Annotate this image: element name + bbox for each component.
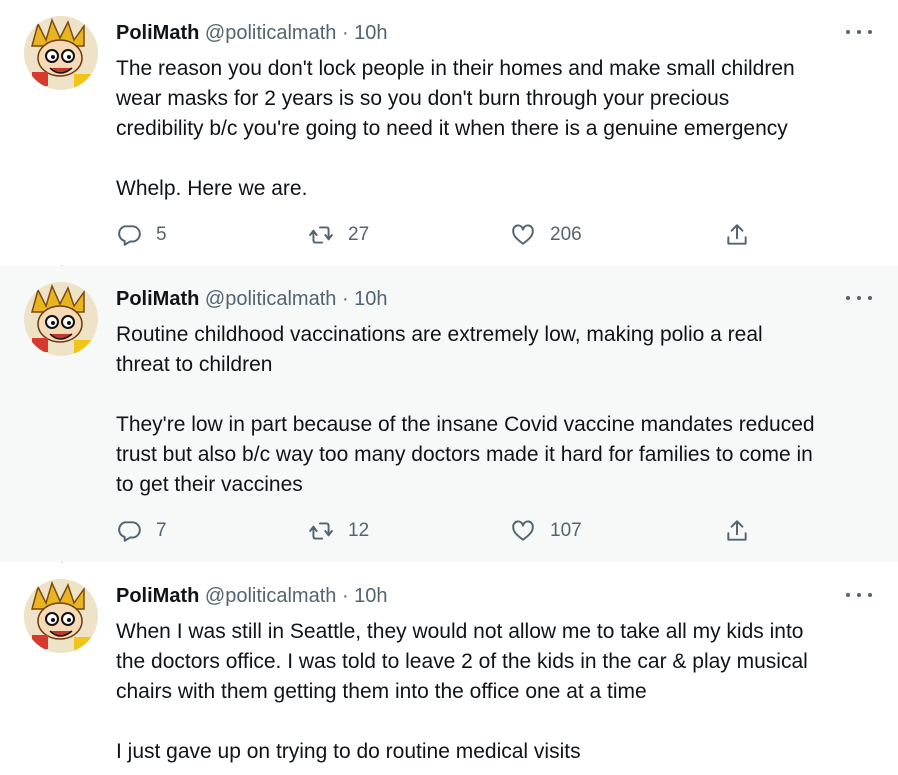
tweet-header: PoliMath @politicalmath · 10h	[116, 286, 388, 312]
retweet-count: 12	[348, 520, 370, 541]
author-name[interactable]: PoliMath	[116, 288, 199, 310]
tweet-header: PoliMath @politicalmath · 10h	[116, 583, 388, 609]
more-options-icon[interactable]	[846, 22, 872, 42]
separator-dot: ·	[341, 288, 349, 310]
author-handle[interactable]: @politicalmath	[205, 288, 336, 310]
reply-button[interactable]: 5	[116, 220, 167, 250]
more-options-icon[interactable]	[846, 585, 872, 605]
separator-dot: ·	[341, 22, 349, 44]
tweet[interactable]: PoliMath @politicalmath · 10h Routine ch…	[0, 266, 898, 562]
avatar[interactable]	[24, 282, 98, 356]
speech-bubble-icon	[118, 521, 141, 542]
retweet-count: 27	[348, 224, 370, 245]
reply-count: 7	[156, 520, 167, 541]
like-button[interactable]: 107	[510, 516, 582, 546]
tweet-text: The reason you don't lock people in thei…	[116, 57, 795, 200]
heart-outline-icon	[512, 520, 534, 541]
separator-dot: ·	[341, 585, 349, 607]
author-name[interactable]: PoliMath	[116, 585, 199, 607]
share-upload-icon	[727, 520, 747, 541]
reply-button[interactable]: 7	[116, 516, 167, 546]
retweet-button[interactable]: 12	[308, 516, 369, 546]
retweet-button[interactable]: 27	[308, 220, 369, 250]
like-count: 107	[550, 520, 582, 541]
avatar[interactable]	[24, 579, 98, 653]
tweet-header: PoliMath @politicalmath · 10h	[116, 20, 388, 46]
tweet-text: When I was still in Seattle, they would …	[116, 620, 808, 763]
timestamp[interactable]: 10h	[354, 22, 387, 44]
reply-count: 5	[156, 224, 167, 245]
like-button[interactable]: 206	[510, 220, 582, 250]
tweet-text: Routine childhood vaccinations are extre…	[116, 323, 815, 496]
share-button[interactable]	[724, 516, 750, 546]
tweet[interactable]: PoliMath @politicalmath · 10h The reason…	[0, 0, 898, 265]
share-upload-icon	[727, 224, 747, 245]
tweet-actions: 5 27 206	[116, 220, 766, 250]
heart-outline-icon	[512, 224, 534, 245]
author-handle[interactable]: @politicalmath	[205, 22, 336, 44]
timestamp[interactable]: 10h	[354, 585, 387, 607]
retweet-arrows-icon	[309, 522, 333, 540]
tweet[interactable]: PoliMath @politicalmath · 10h When I was…	[0, 563, 898, 775]
speech-bubble-icon	[118, 225, 141, 246]
like-count: 206	[550, 224, 582, 245]
avatar[interactable]	[24, 16, 98, 90]
tweet-actions: 7 12 107	[116, 516, 766, 546]
author-handle[interactable]: @politicalmath	[205, 585, 336, 607]
author-name[interactable]: PoliMath	[116, 22, 199, 44]
share-button[interactable]	[724, 220, 750, 250]
timestamp[interactable]: 10h	[354, 288, 387, 310]
retweet-arrows-icon	[309, 226, 333, 244]
more-options-icon[interactable]	[846, 288, 872, 308]
